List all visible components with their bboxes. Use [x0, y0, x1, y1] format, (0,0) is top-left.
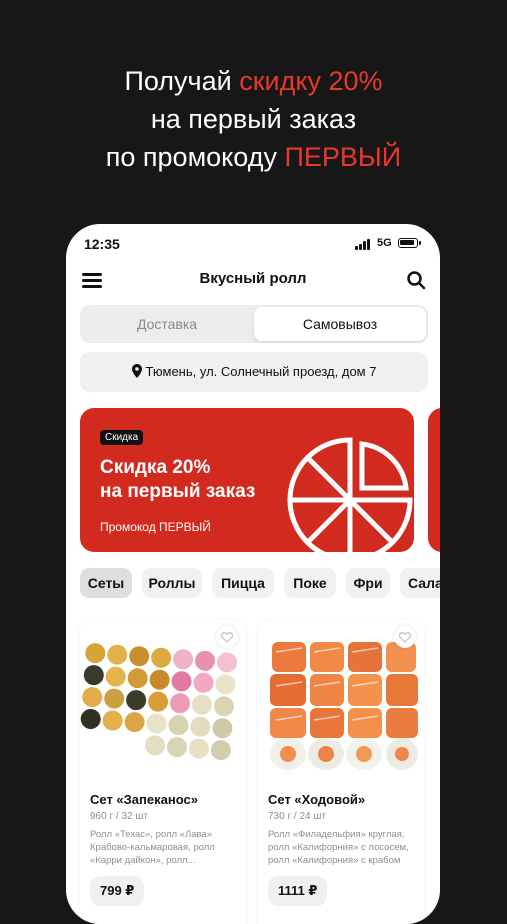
network-label: 5G: [377, 237, 392, 249]
signal-icon: [355, 238, 373, 250]
address-text: Тюмень, ул. Солнечный проезд, дом 7: [145, 364, 377, 379]
product-weight: 960 г / 32 шт: [90, 811, 148, 822]
product-weight: 730 г / 24 шт: [268, 811, 326, 822]
promo-line-1: Получай скидку 20%: [0, 62, 507, 100]
price-button[interactable]: 1111 ₽: [268, 876, 328, 906]
promo-discount: скидку 20%: [239, 66, 383, 96]
address-selector[interactable]: Тюмень, ул. Солнечный проезд, дом 7: [80, 352, 428, 392]
banner-title-line: Скидка 20%: [100, 457, 211, 478]
product-card[interactable]: Сет «Ходовой» 730 г / 24 шт Ролл «Филаде…: [258, 620, 424, 924]
tab-pickup[interactable]: Самовывоз: [254, 307, 426, 341]
category-chip[interactable]: Пицца: [212, 568, 274, 598]
app-title: Вкусный ролл: [199, 270, 307, 287]
promo-banner[interactable]: Скидка Скидка 20% на первый заказ Промок…: [80, 408, 414, 552]
app-bar: Вкусный ролл: [66, 264, 440, 296]
product-image: [80, 643, 237, 761]
banner-title: Скидка 20% на первый заказ: [100, 456, 255, 504]
product-card[interactable]: Сет «Запеканос» 960 г / 32 шт Ролл «Теха…: [80, 620, 246, 924]
location-pin-icon: [131, 363, 142, 378]
category-chip[interactable]: Сеты: [80, 568, 132, 598]
category-chip[interactable]: Роллы: [142, 568, 202, 598]
search-icon[interactable]: [406, 270, 426, 290]
pizza-icon: [287, 437, 413, 552]
delivery-toggle: Доставка Самовывоз: [80, 305, 428, 343]
promo-line-2: на первый заказ: [150, 104, 357, 134]
status-bar: 12:35 5G: [66, 224, 440, 264]
promo-text: по промокоду: [105, 142, 285, 172]
product-description: Ролл «Филадельфия» круглая, ролл «Калифо…: [268, 829, 409, 866]
banner-badge: Скидка: [100, 430, 144, 445]
promo-banner-next[interactable]: [428, 408, 440, 552]
status-time: 12:35: [84, 236, 120, 252]
product-image: [270, 642, 418, 770]
price-button[interactable]: 799 ₽: [90, 876, 145, 906]
phone-frame: 12:35 5G Вкусный ролл Доставка Самовывоз…: [66, 224, 440, 924]
tab-delivery[interactable]: Доставка: [80, 305, 254, 343]
promo-headline: Получай скидку 20% на первый заказ по пр…: [0, 62, 507, 176]
category-chip[interactable]: Поке: [284, 568, 336, 598]
banner-subtitle: Промокод ПЕРВЫЙ: [100, 520, 211, 534]
product-description: Ролл «Техас», ролл «Лава» Крабово-кальма…: [90, 829, 215, 866]
product-name: Сет «Запеканос»: [90, 792, 198, 807]
product-name: Сет «Ходовой»: [268, 792, 366, 807]
category-chip[interactable]: Сала: [400, 568, 440, 598]
battery-icon: [398, 238, 421, 248]
promo-text: Получай: [124, 66, 240, 96]
banner-title-line: на первый заказ: [100, 481, 256, 502]
promo-code: ПЕРВЫЙ: [284, 142, 402, 172]
favorite-heart-icon[interactable]: [216, 626, 238, 648]
category-chip[interactable]: Фри: [346, 568, 390, 598]
favorite-heart-icon[interactable]: [394, 626, 416, 648]
promo-line-3: по промокоду ПЕРВЫЙ: [0, 138, 507, 176]
